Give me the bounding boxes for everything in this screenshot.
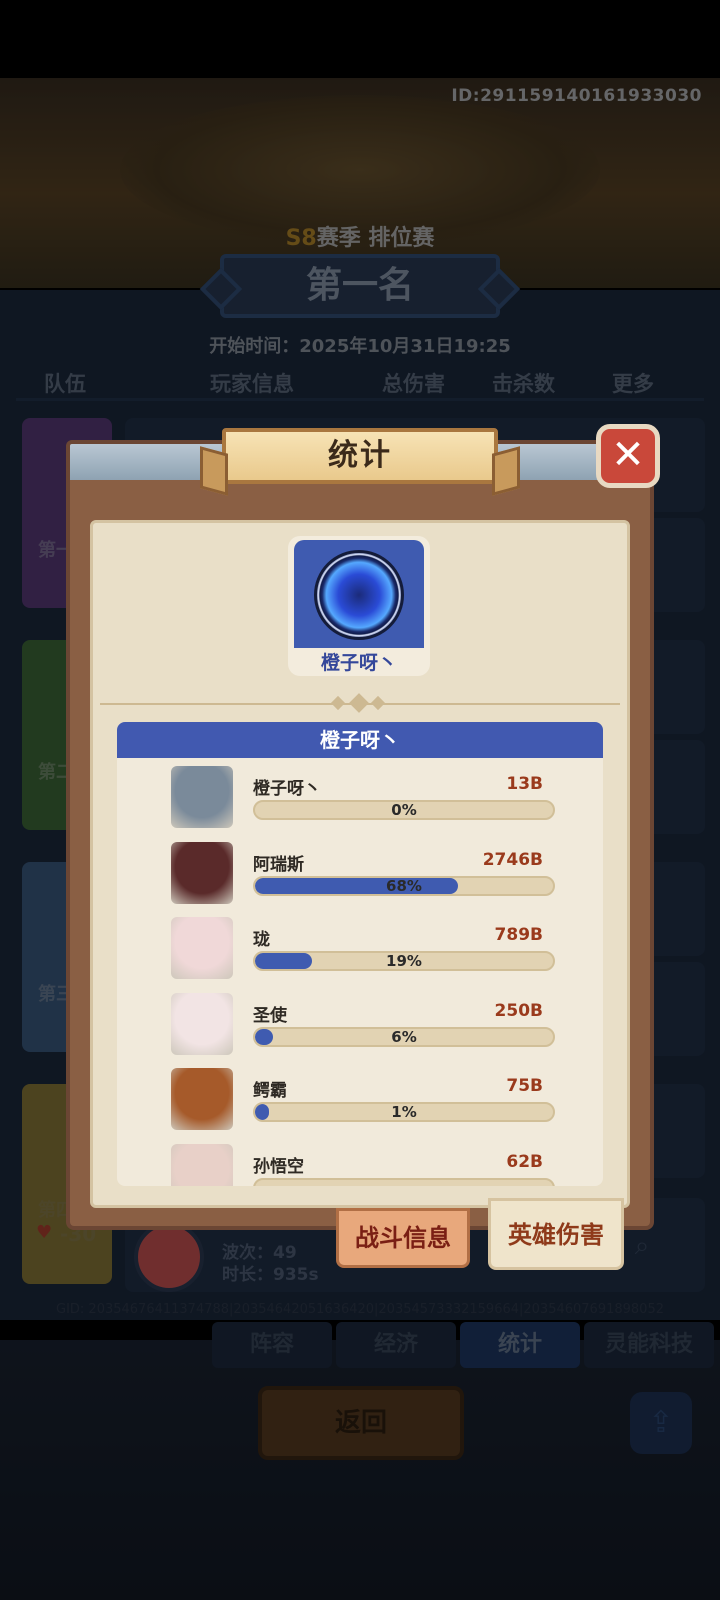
hero-name: 阿瑞斯 (253, 855, 304, 875)
hero-portrait (171, 917, 233, 979)
list-item[interactable]: 圣使 250B 6% (117, 985, 603, 1061)
damage-share-label (255, 1180, 553, 1186)
damage-share-bar (253, 1178, 555, 1186)
damage-share-label: 6% (391, 1028, 417, 1046)
damage-share-label: 19% (386, 952, 422, 970)
hero-name: 鳄霸 (253, 1081, 287, 1101)
hero-portrait (171, 1144, 233, 1186)
player-name: 橙子呀丶 (320, 652, 397, 674)
hero-damage: 62B (506, 1152, 543, 1172)
list-item[interactable]: 阿瑞斯 2746B 68% (117, 834, 603, 910)
hero-portrait (171, 766, 233, 828)
tab-battle-info[interactable]: 战斗信息 (336, 1208, 470, 1268)
hero-portrait (171, 993, 233, 1055)
damage-share-bar: 68% (253, 876, 555, 896)
list-item[interactable]: 珑 789B 19% (117, 909, 603, 985)
hero-portrait (171, 842, 233, 904)
hero-damage: 789B (494, 925, 543, 945)
player-avatar[interactable] (314, 550, 404, 640)
damage-share-bar: 0% (253, 800, 555, 820)
damage-share-label: 68% (386, 877, 422, 895)
damage-share-label: 0% (391, 801, 417, 819)
hero-damage: 13B (506, 774, 543, 794)
hero-name: 橙子呀丶 (253, 779, 321, 799)
hero-damage: 75B (506, 1076, 543, 1096)
close-icon: ✕ (611, 432, 645, 478)
tab-hero-damage[interactable]: 英雄伤害 (488, 1198, 624, 1270)
list-item[interactable]: 孙悟空 62B (117, 1136, 603, 1186)
hero-list-body[interactable]: 橙子呀丶 13B 0% 阿瑞斯 2746B 68% 珑 789B 19% 圣使 250B 6% 鳄霸 75… (117, 758, 603, 1186)
damage-share-bar: 6% (253, 1027, 555, 1047)
list-title: 橙子呀丶 (117, 722, 603, 758)
close-button[interactable]: ✕ (596, 424, 660, 488)
hero-damage: 250B (494, 1001, 543, 1021)
damage-share-label: 1% (391, 1103, 417, 1121)
hero-portrait (171, 1068, 233, 1130)
damage-share-bar: 1% (253, 1102, 555, 1122)
hero-name: 珑 (253, 930, 270, 950)
hero-damage: 2746B (482, 850, 543, 870)
hero-name: 圣使 (253, 1006, 287, 1026)
list-item[interactable]: 橙子呀丶 13B 0% (117, 758, 603, 834)
list-item[interactable]: 鳄霸 75B 1% (117, 1060, 603, 1136)
hero-name: 孙悟空 (253, 1157, 304, 1177)
modal-title: 统计 (222, 428, 498, 484)
damage-share-bar: 19% (253, 951, 555, 971)
